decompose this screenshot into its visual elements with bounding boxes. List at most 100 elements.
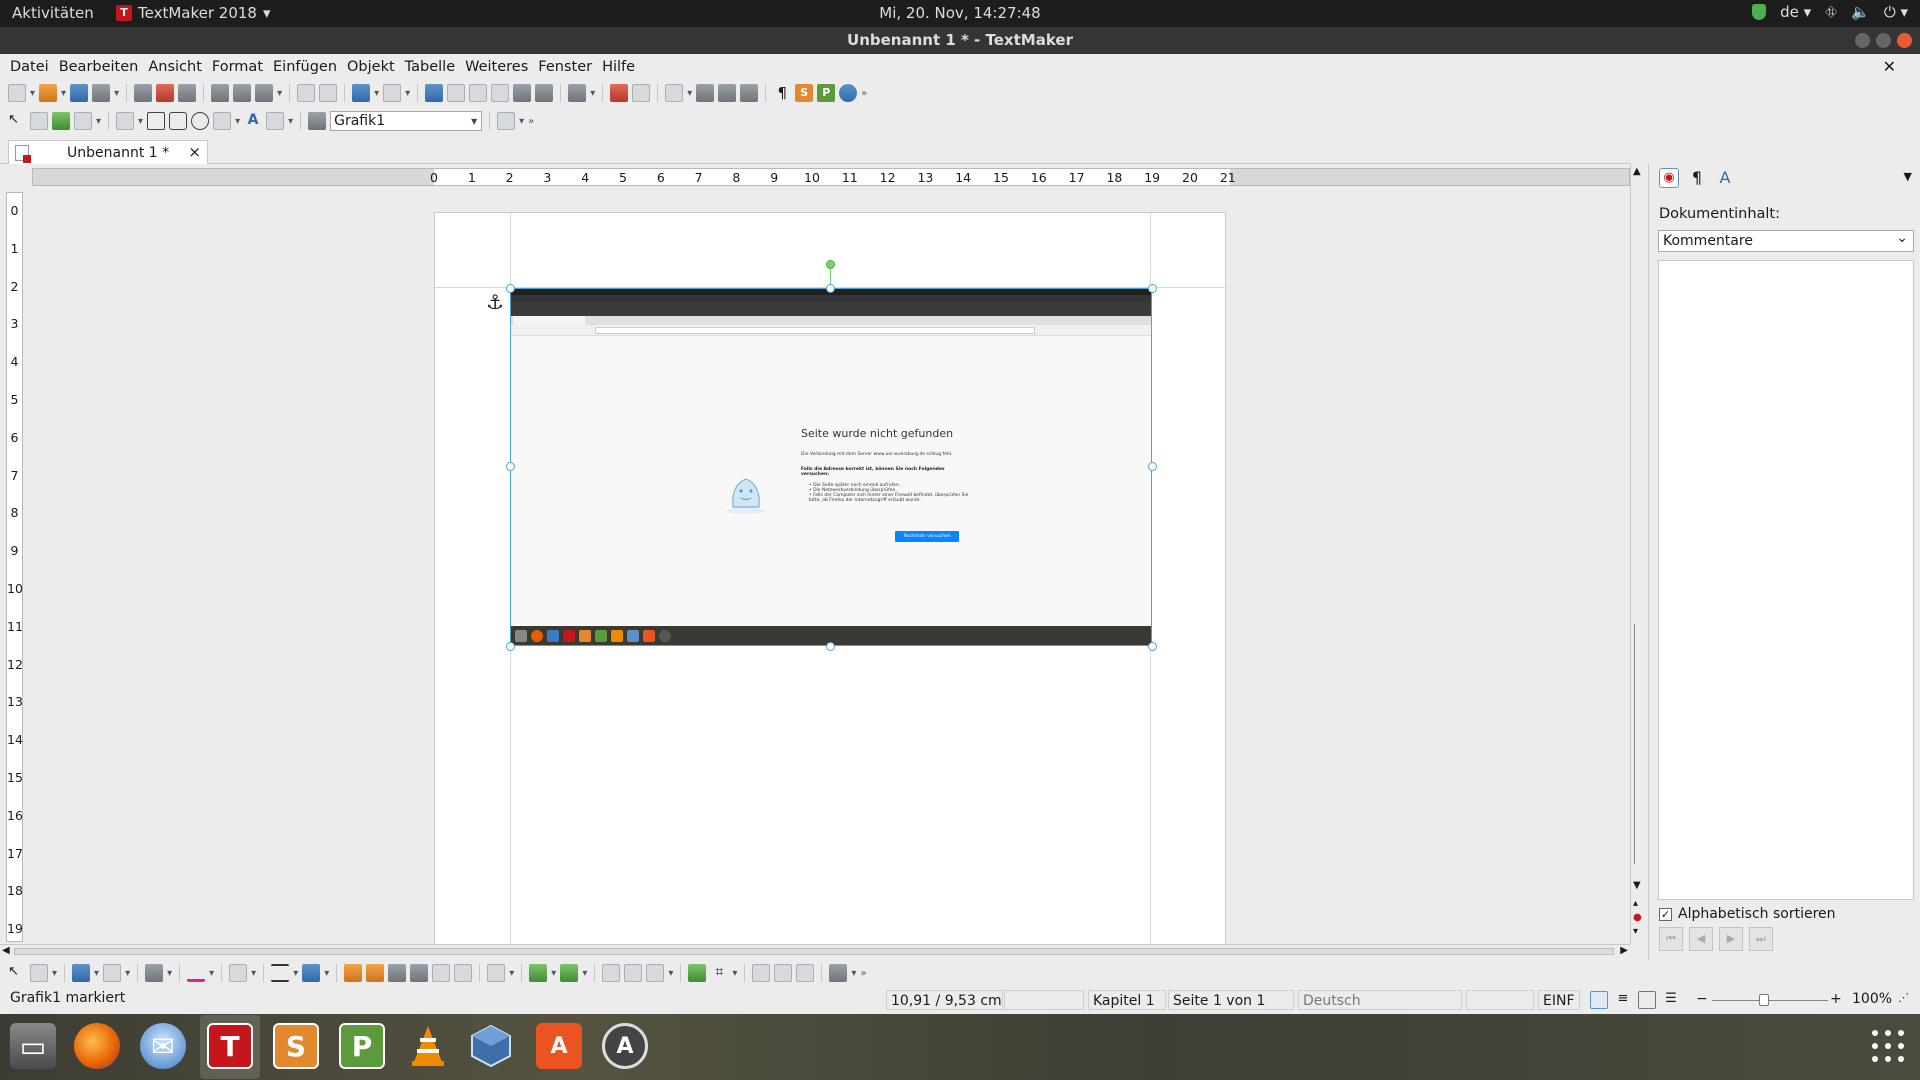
show-applications-icon[interactable]: [1872, 1030, 1904, 1062]
chevron-down-icon[interactable]: ▾: [293, 968, 298, 979]
scroll-down-icon[interactable]: ▼: [1633, 880, 1641, 891]
software-center-icon[interactable]: A: [536, 1023, 582, 1069]
shadow-icon[interactable]: [145, 964, 164, 982]
virtualbox-icon[interactable]: [468, 1023, 514, 1069]
chevron-down-icon[interactable]: ▾: [551, 968, 556, 979]
page-up-icon[interactable]: ▴: [1633, 898, 1638, 909]
volume-icon[interactable]: 🔈: [1851, 3, 1870, 21]
shape-icon[interactable]: [103, 964, 122, 982]
sort-alphabetically-checkbox[interactable]: ✓ Alphabetisch sortieren: [1659, 906, 1836, 922]
rectangle-icon[interactable]: [147, 112, 166, 130]
browser-icon[interactable]: [839, 84, 858, 102]
picture-frame-icon[interactable]: [52, 112, 70, 130]
copy-icon[interactable]: [233, 84, 252, 102]
insert-field-icon[interactable]: [610, 84, 629, 102]
chart-icon[interactable]: [696, 84, 715, 102]
sidebar-menu-icon[interactable]: ▼: [1904, 170, 1912, 183]
align-icon[interactable]: [560, 964, 579, 982]
toolbar-overflow-icon[interactable]: »: [860, 968, 866, 979]
brightness-up-icon[interactable]: [344, 964, 363, 982]
menu-einfuegen[interactable]: Einfügen: [273, 59, 337, 75]
frame-name-select[interactable]: Grafik1: [330, 111, 483, 131]
chevron-down-icon[interactable]: ▾: [235, 116, 240, 127]
line-color-icon[interactable]: [187, 964, 206, 982]
gamma-up-icon[interactable]: [432, 964, 451, 982]
open-folder-icon[interactable]: [39, 84, 58, 102]
chevron-down-icon[interactable]: ▾: [138, 116, 143, 127]
wrap-text-icon[interactable]: [487, 964, 506, 982]
chevron-down-icon[interactable]: ▾: [96, 116, 101, 127]
next-item-icon[interactable]: ▶: [1719, 927, 1743, 951]
master-page-icon[interactable]: [491, 84, 510, 102]
anchor-icon[interactable]: ⚓: [486, 290, 504, 314]
normal-view-icon[interactable]: [425, 84, 444, 102]
lock-object-icon[interactable]: [796, 964, 815, 982]
ole-object-icon[interactable]: [266, 112, 285, 130]
ellipse-icon[interactable]: [191, 112, 210, 130]
redo-icon[interactable]: [383, 84, 402, 102]
format-painter-icon[interactable]: [297, 84, 316, 102]
status-language[interactable]: Deutsch (Deutschland): [1298, 990, 1462, 1029]
scroll-left-icon[interactable]: ◀: [2, 945, 10, 956]
chevron-down-icon[interactable]: ▾: [374, 88, 379, 99]
menu-hilfe[interactable]: Hilfe: [602, 59, 635, 75]
menu-bearbeiten[interactable]: Bearbeiten: [59, 59, 139, 75]
previous-item-icon[interactable]: ◀: [1689, 927, 1713, 951]
columns-icon[interactable]: [740, 84, 759, 102]
select-pointer-icon[interactable]: ↖: [8, 964, 26, 982]
cut-icon[interactable]: [211, 84, 230, 102]
page-view-icon[interactable]: [447, 84, 466, 102]
undo-icon[interactable]: [352, 84, 371, 102]
menu-format[interactable]: Format: [212, 59, 263, 75]
thunderbird-icon[interactable]: ✉: [140, 1023, 186, 1069]
security-shield-icon[interactable]: [1752, 4, 1767, 20]
menu-weiteres[interactable]: Weiteres: [465, 59, 528, 75]
horizontal-scroll-thumb[interactable]: [14, 948, 1614, 955]
screenshot-graphic[interactable]: Seite wurde nicht gefunden Die Verbindun…: [510, 288, 1152, 646]
chevron-down-icon[interactable]: ▾: [405, 88, 410, 99]
chevron-down-icon[interactable]: ▾: [114, 88, 119, 99]
chevron-down-icon[interactable]: ▾: [851, 968, 856, 979]
insert-frame-icon[interactable]: [568, 84, 587, 102]
object-properties-icon[interactable]: [829, 964, 848, 982]
chevron-down-icon[interactable]: ▾: [277, 88, 282, 99]
zoom-slider-knob[interactable]: [1759, 994, 1769, 1006]
document-content-select[interactable]: Kommentare: [1658, 228, 1914, 252]
vertical-ruler[interactable]: 0 1 2 3 4 5 6 7 8 9 10 11 12 13 14 15 16 17 18 19: [6, 192, 23, 942]
close-tab-icon[interactable]: ×: [188, 143, 201, 161]
page-down-icon[interactable]: ▾: [1633, 926, 1638, 937]
character-styles-icon[interactable]: A: [1715, 168, 1735, 188]
zoom-out-icon[interactable]: −: [1696, 991, 1708, 1007]
browse-object-icon[interactable]: ●: [1633, 912, 1642, 923]
border-icon[interactable]: [229, 964, 248, 982]
gamma-down-icon[interactable]: [454, 964, 473, 982]
resize-handle-nw[interactable]: [506, 284, 515, 293]
text-frame-icon[interactable]: [30, 112, 48, 130]
resize-handle-e[interactable]: [1148, 462, 1157, 471]
scroll-up-icon[interactable]: ▲: [1633, 166, 1641, 177]
clock[interactable]: Mi, 20. Nov, 14:27:48: [0, 4, 1920, 22]
group-icon[interactable]: [752, 964, 771, 982]
chevron-down-icon[interactable]: ▾: [509, 968, 514, 979]
spellcheck-icon[interactable]: [665, 84, 684, 102]
horizontal-ruler[interactable]: 0 1 2 3 4 5 6 7 8 9 10 11 12 13 14 15 16 17 18 19 20 21: [32, 168, 1630, 186]
zoom-level[interactable]: 100%: [1852, 991, 1892, 1007]
chevron-down-icon[interactable]: ▾: [167, 968, 172, 979]
save-icon[interactable]: [70, 84, 89, 102]
print-icon[interactable]: [134, 84, 153, 102]
power-icon[interactable]: ⏻ ▾: [1884, 3, 1908, 21]
autoshape-icon[interactable]: [213, 112, 232, 130]
resize-handle-se[interactable]: [1148, 642, 1157, 651]
frame-properties-icon[interactable]: [308, 112, 327, 130]
picture-options-icon[interactable]: [302, 964, 321, 982]
normal-mode-icon[interactable]: [1590, 991, 1608, 1009]
resize-handle-ne[interactable]: [1148, 284, 1157, 293]
chevron-down-icon[interactable]: ▾: [288, 116, 293, 127]
document-content-list[interactable]: [1658, 260, 1914, 900]
arrange-icon[interactable]: [529, 964, 548, 982]
chevron-down-icon[interactable]: ▾: [324, 968, 329, 979]
brightness-down-icon[interactable]: [366, 964, 385, 982]
chevron-down-icon[interactable]: ▾: [61, 88, 66, 99]
chevron-down-icon[interactable]: ▾: [52, 968, 57, 979]
search-icon[interactable]: [319, 84, 338, 102]
